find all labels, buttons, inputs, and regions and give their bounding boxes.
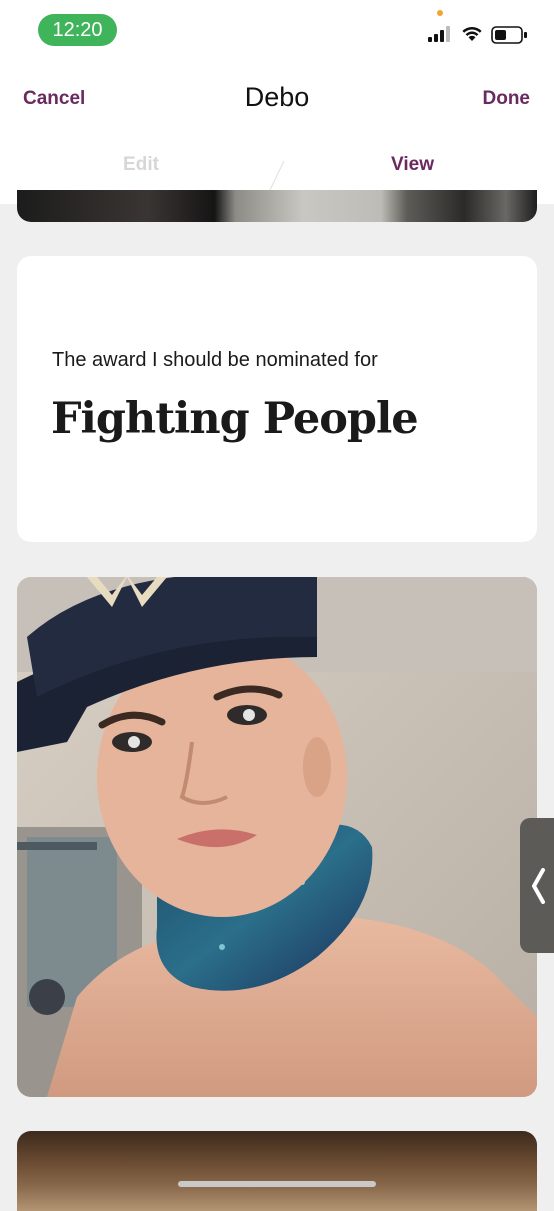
privacy-indicator-dot	[437, 10, 443, 16]
home-indicator[interactable]	[178, 1181, 376, 1187]
prompt-answer: Fighting People	[51, 394, 419, 444]
status-time: 12:20	[38, 14, 117, 46]
side-drawer-handle[interactable]	[520, 818, 554, 953]
status-bar: 12:20	[0, 0, 554, 60]
prompt-question: The award I should be nominated for	[52, 349, 378, 371]
prompt-card[interactable]: The award I should be nominated for Figh…	[17, 256, 537, 542]
profile-photo-selfie[interactable]	[17, 577, 537, 1097]
profile-photo-partial-top[interactable]	[17, 190, 537, 222]
page-title: Debo	[244, 82, 310, 112]
battery-icon	[491, 26, 527, 44]
chevron-left-icon	[532, 868, 545, 904]
nav-bar: Cancel Debo Done Edit View	[0, 60, 554, 204]
profile-photo-partial-bottom[interactable]	[17, 1131, 537, 1211]
done-button[interactable]: Done	[483, 88, 531, 110]
selfie-illustration	[17, 577, 537, 1097]
tab-view[interactable]: View	[372, 154, 453, 176]
tab-edit[interactable]: Edit	[92, 154, 190, 176]
wifi-icon	[462, 26, 482, 41]
signal-icon	[428, 26, 450, 42]
